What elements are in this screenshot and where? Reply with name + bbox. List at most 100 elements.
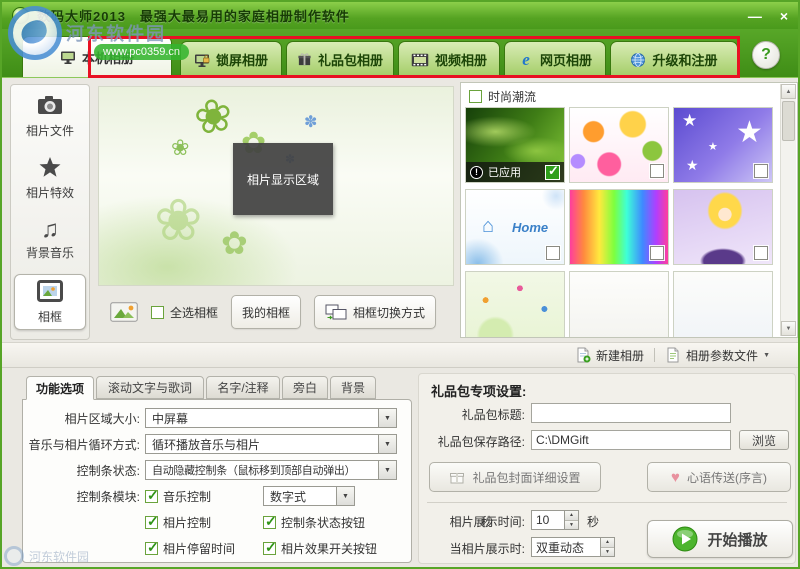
thumbnail-color-bokeh[interactable]: [569, 107, 669, 183]
app-window: 数码大师2013 最强大最易用的家庭相册制作软件 — × 本机相册 锁屏相册 礼…: [0, 0, 800, 569]
frame-icon: [37, 279, 63, 305]
control-bar-modules-label: 控制条模块:: [76, 489, 140, 504]
tab-scrolling-text-lyrics[interactable]: 滚动文字与歌词: [96, 376, 204, 399]
gift-title-label: 礼品包标题:: [461, 408, 525, 422]
sidebar-item-label: 相片特效: [25, 185, 74, 200]
thumbnail-home-sketch[interactable]: ⌂ Home: [465, 189, 565, 265]
thumbnail-light[interactable]: [569, 271, 669, 337]
tab-label: 锁屏相册: [215, 53, 268, 68]
control-bar-state-button-checkbox[interactable]: [263, 513, 277, 530]
display-mode-spinner[interactable]: 双重动态: [531, 537, 615, 557]
close-button[interactable]: ×: [780, 9, 788, 23]
tab-lockscreen-album[interactable]: 锁屏相册: [180, 41, 282, 77]
gift-title-input[interactable]: [531, 403, 731, 423]
select-all-frames-checkbox[interactable]: [151, 305, 164, 319]
photo-stay-time-checkbox[interactable]: [145, 539, 159, 556]
photo-control-checkbox[interactable]: [145, 513, 159, 530]
thumbnail-rainbow-stripes[interactable]: [569, 189, 669, 265]
applied-checkbox[interactable]: [545, 163, 560, 180]
photo-display-tooltip: 相片显示区域: [233, 143, 333, 215]
thumbnail-checkbox[interactable]: [754, 164, 768, 178]
help-button[interactable]: ?: [752, 41, 780, 69]
frame-switch-icon: [325, 304, 347, 321]
tab-label: 升级和注册: [652, 53, 718, 68]
heart-icon: ♥: [671, 468, 680, 486]
function-options-panel: 相片区域大小: 中屏幕 音乐与相片循环方式: 循环播放音乐与相片 控制条状态: …: [22, 399, 412, 563]
sidebar-item-background-music[interactable]: ♫ 背景音乐: [11, 209, 89, 271]
music-photo-loop-select[interactable]: 循环播放音乐与相片: [145, 434, 397, 454]
seconds-label: 秒: [587, 515, 600, 529]
tab-giftpack-album[interactable]: 礼品包相册: [286, 41, 394, 77]
thumbnail-girl[interactable]: [673, 189, 773, 265]
my-frames-button[interactable]: 我的相框: [231, 295, 302, 329]
thumbnail-checkbox[interactable]: [650, 164, 664, 178]
scroll-down-icon[interactable]: [781, 321, 796, 336]
image-icon: [110, 302, 138, 322]
music-photo-loop-label: 音乐与相片循环方式:: [28, 437, 140, 452]
frame-switch-mode-button[interactable]: 相框切换方式: [314, 295, 437, 329]
sidebar-item-photo-effects[interactable]: 相片特效: [11, 147, 89, 209]
music-control-checkbox[interactable]: [145, 487, 159, 504]
home-label: Home: [512, 220, 549, 235]
tab-background[interactable]: 背景: [330, 376, 376, 399]
watermark-logo-icon: [4, 546, 24, 566]
digital-style-select[interactable]: 数字式: [263, 486, 355, 506]
divider: [427, 502, 787, 503]
tab-label: 本机相册: [81, 50, 134, 66]
star-icon: [736, 118, 763, 148]
star-icon: [708, 142, 718, 153]
start-playback-button[interactable]: 开始播放: [647, 520, 793, 558]
tab-upgrade-register[interactable]: 升级和注册: [610, 41, 738, 77]
gift-icon: [297, 52, 312, 67]
tab-name-annotation[interactable]: 名字/注释: [206, 376, 280, 399]
chevron-down-icon: ▼: [763, 351, 770, 359]
photo-area-size-select[interactable]: 中屏幕: [145, 408, 397, 428]
minimize-button[interactable]: —: [748, 9, 762, 23]
sidebar-item-photo-files[interactable]: 相片文件: [11, 85, 89, 147]
thumbnail-green-leaves[interactable]: 已应用: [465, 107, 565, 183]
sidebar-item-frames[interactable]: 相框: [14, 274, 86, 330]
spin-up-icon[interactable]: [601, 538, 614, 547]
gift-path-input[interactable]: [531, 430, 731, 450]
display-mode-label: 当相片展示时:: [449, 542, 525, 556]
window-title: 数码大师2013 最强大最易用的家庭相册制作软件: [37, 9, 350, 24]
frames-category-header: 时尚潮流: [469, 88, 536, 105]
camera-icon: [37, 94, 63, 119]
main-tabstrip: 本机相册 锁屏相册 礼品包相册 视频相册 网页相册 升级和注册 ?: [2, 29, 798, 78]
tab-label: 视频相册: [434, 53, 487, 68]
file-icon: [665, 347, 681, 363]
scrollbar-thumb[interactable]: [782, 101, 795, 141]
control-bar-state-select[interactable]: 自动隐藏控制条（鼠标移到顶部自动弹出）: [145, 460, 397, 480]
photo-effect-switch-checkbox[interactable]: [263, 539, 277, 556]
tab-web-album[interactable]: 网页相册: [504, 41, 606, 77]
music-note-icon: ♫: [41, 216, 59, 243]
photo-preview-area: ❀ ✿ ❀ ✽ ✽ ❀ ✿ 相片显示区域: [98, 86, 454, 286]
thumbnail-light-blue[interactable]: [673, 271, 773, 337]
spin-down-icon[interactable]: [601, 546, 614, 556]
toolbar-divider: [654, 348, 656, 362]
browse-button[interactable]: 浏览: [739, 430, 789, 450]
tab-video-album[interactable]: 视频相册: [398, 41, 500, 77]
new-album-button[interactable]: 新建相册: [575, 347, 644, 364]
tab-narration[interactable]: 旁白: [282, 376, 328, 399]
thumbnail-checkbox[interactable]: [754, 246, 768, 260]
gift-cover-settings-button[interactable]: 礼品包封面详细设置: [429, 462, 601, 492]
tab-function-options[interactable]: 功能选项: [26, 376, 94, 400]
app-logo-icon: [12, 7, 29, 24]
heart-message-button[interactable]: ♥ 心语传送(序言): [647, 462, 791, 492]
play-icon: [672, 526, 698, 552]
category-checkbox[interactable]: [469, 90, 482, 103]
frames-gallery-panel: 时尚潮流 已应用 ⌂ Home: [460, 82, 798, 338]
control-bar-state-label: 控制条状态:: [76, 463, 140, 478]
scroll-up-icon[interactable]: [781, 84, 796, 99]
album-toolbar: 新建相册 相册参数文件 ▼: [2, 342, 798, 368]
thumbnail-checkbox[interactable]: [650, 246, 664, 260]
thumbnail-stars[interactable]: [673, 107, 773, 183]
frames-scrollbar[interactable]: [780, 84, 796, 336]
album-params-button[interactable]: 相册参数文件 ▼: [665, 347, 770, 364]
thumbnail-checkbox[interactable]: [546, 246, 560, 260]
thumbnail-green-dots[interactable]: [465, 271, 565, 337]
tab-local-album[interactable]: 本机相册: [22, 36, 172, 77]
titlebar: 数码大师2013 最强大最易用的家庭相册制作软件 — ×: [2, 2, 798, 29]
spinner-arrows[interactable]: [600, 538, 614, 556]
